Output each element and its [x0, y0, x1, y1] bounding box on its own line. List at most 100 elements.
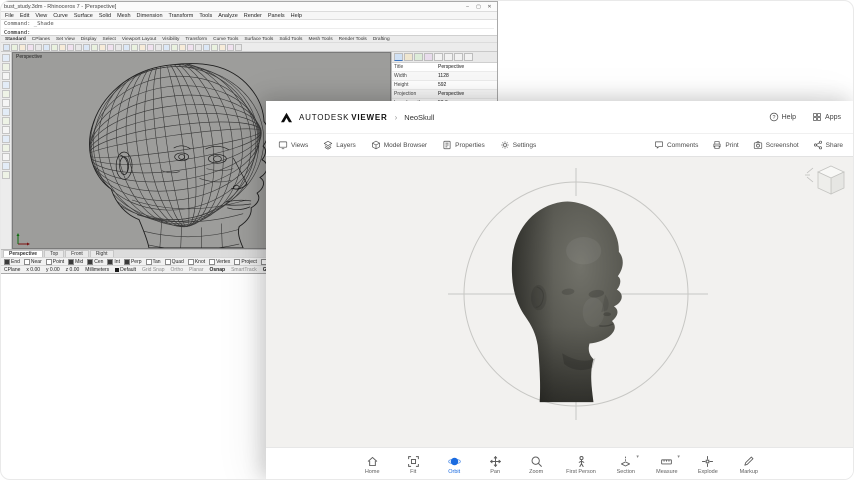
tool-home[interactable]: Home [361, 455, 383, 475]
toolbar-tab[interactable]: Set View [56, 37, 75, 42]
model-browser-button[interactable]: Model Browser [371, 140, 427, 150]
menu-item[interactable]: File [5, 13, 14, 19]
rhino-command-area[interactable]: Command: _Shade Command: [1, 20, 497, 36]
toolbar-icon[interactable] [131, 44, 138, 51]
help-tab-icon[interactable] [434, 53, 443, 61]
osnap-toggle[interactable]: Point [46, 259, 64, 265]
osnap-toggle[interactable]: Knot [188, 259, 205, 265]
toolbar-icon[interactable] [35, 44, 42, 51]
status-item[interactable]: Ortho [171, 267, 184, 273]
minimize-icon[interactable]: – [463, 3, 472, 11]
toolbar-icon[interactable] [115, 44, 122, 51]
status-item[interactable]: x 0.00 [26, 267, 40, 273]
toolbar-icon[interactable] [155, 44, 162, 51]
toolbar-icon[interactable] [51, 44, 58, 51]
toolbar-icon[interactable] [179, 44, 186, 51]
osnap-toggle[interactable]: Quad [165, 259, 184, 265]
toolbar-tab[interactable]: Select [103, 37, 116, 42]
property-value[interactable]: Perspective [438, 64, 495, 70]
toolbar-icon[interactable] [147, 44, 154, 51]
tool-icon[interactable] [2, 72, 10, 80]
toolbar-icon[interactable] [219, 44, 226, 51]
toolbar-tab[interactable]: Drafting [373, 37, 390, 42]
tool-icon[interactable] [2, 162, 10, 170]
toolbar-tab[interactable]: Visibility [162, 37, 179, 42]
toolbar-icon[interactable] [187, 44, 194, 51]
toolbar-tab[interactable]: Standard [5, 37, 26, 42]
toolbar-icon[interactable] [59, 44, 66, 51]
toolbar-icon[interactable] [75, 44, 82, 51]
status-item[interactable]: z 0.00 [66, 267, 80, 273]
property-value[interactable]: 1128 [438, 73, 495, 79]
toolbar-tab[interactable]: CPlanes [32, 37, 50, 42]
tool-icon[interactable] [2, 117, 10, 125]
tool-first-person[interactable]: First Person [566, 455, 596, 475]
toolbar-icon[interactable] [123, 44, 130, 51]
menu-item[interactable]: Help [291, 13, 302, 19]
tool-icon[interactable] [2, 171, 10, 179]
toolbar-icon[interactable] [195, 44, 202, 51]
toolbar-tab[interactable]: Solid Tools [279, 37, 302, 42]
osnap-toggle[interactable]: Tan [146, 259, 161, 265]
menu-item[interactable]: Mesh [117, 13, 130, 19]
tool-explode[interactable]: Explode [697, 455, 719, 475]
toolbar-tab[interactable]: Surface Tools [244, 37, 273, 42]
toolbar-tab[interactable]: Display [81, 37, 97, 42]
close-icon[interactable]: ✕ [485, 3, 494, 11]
toolbar-icon[interactable] [203, 44, 210, 51]
screenshot-button[interactable]: Screenshot [753, 140, 799, 150]
tool-icon[interactable] [2, 63, 10, 71]
properties-button[interactable]: Properties [442, 140, 485, 150]
views-button[interactable]: Views [278, 140, 308, 150]
display-tab-icon[interactable] [414, 53, 423, 61]
status-item[interactable]: Default [115, 267, 136, 273]
toolbar-icon[interactable] [227, 44, 234, 51]
rhino-titlebar[interactable]: bust_study.3dm - Rhinoceros 7 - [Perspec… [1, 2, 497, 12]
toolbar-tab[interactable]: Curve Tools [213, 37, 238, 42]
tool-orbit[interactable]: Orbit [443, 455, 465, 475]
notes-tab-icon[interactable] [444, 53, 453, 61]
tool-icon[interactable] [2, 54, 10, 62]
toolbar-icon[interactable] [19, 44, 26, 51]
menu-item[interactable]: Edit [20, 13, 29, 19]
materials-tab-icon[interactable] [424, 53, 433, 61]
status-item[interactable]: Grid Snap [142, 267, 165, 273]
osnap-toggle[interactable]: Cen [87, 259, 103, 265]
toolbar-icon[interactable] [171, 44, 178, 51]
menu-item[interactable]: View [35, 13, 47, 19]
osnap-toggle[interactable]: Vertex [209, 259, 230, 265]
tool-measure[interactable]: ▾ Measure [656, 455, 678, 475]
osnap-toggle[interactable]: Perp [124, 259, 142, 265]
help-button[interactable]: ? Help [769, 112, 796, 122]
toolbar-icon[interactable] [139, 44, 146, 51]
libraries-tab-icon[interactable] [454, 53, 463, 61]
maximize-icon[interactable]: ▢ [474, 3, 483, 11]
tool-icon[interactable] [2, 153, 10, 161]
toolbar-tab[interactable]: Mesh Tools [308, 37, 332, 42]
tool-fit[interactable]: Fit [402, 455, 424, 475]
menu-item[interactable]: Dimension [137, 13, 163, 19]
tool-icon[interactable] [2, 90, 10, 98]
property-value[interactable]: Perspective [438, 91, 495, 97]
toolbar-icon[interactable] [67, 44, 74, 51]
toolbar-icon[interactable] [83, 44, 90, 51]
tool-icon[interactable] [2, 81, 10, 89]
property-row[interactable]: Projection Perspective [392, 90, 497, 99]
toolbar-icon[interactable] [11, 44, 18, 51]
layers-tab-icon[interactable] [404, 53, 413, 61]
menu-item[interactable]: Panels [268, 13, 285, 19]
toolbar-icon[interactable] [163, 44, 170, 51]
menu-item[interactable]: Transform [169, 13, 194, 19]
toolbar-tab[interactable]: Viewport Layout [122, 37, 156, 42]
toolbar-tab[interactable]: Transform [185, 37, 207, 42]
web-tab-icon[interactable] [464, 53, 473, 61]
tool-icon[interactable] [2, 135, 10, 143]
tool-icon[interactable] [2, 126, 10, 134]
status-item[interactable]: SmartTrack [231, 267, 257, 273]
viewport-title[interactable]: Perspective [16, 54, 42, 60]
status-item[interactable]: CPlane [4, 267, 20, 273]
share-button[interactable]: Share [813, 140, 843, 150]
menu-item[interactable]: Solid [99, 13, 111, 19]
status-item[interactable]: Planar [189, 267, 203, 273]
property-row[interactable]: Width 1128 [392, 72, 497, 81]
